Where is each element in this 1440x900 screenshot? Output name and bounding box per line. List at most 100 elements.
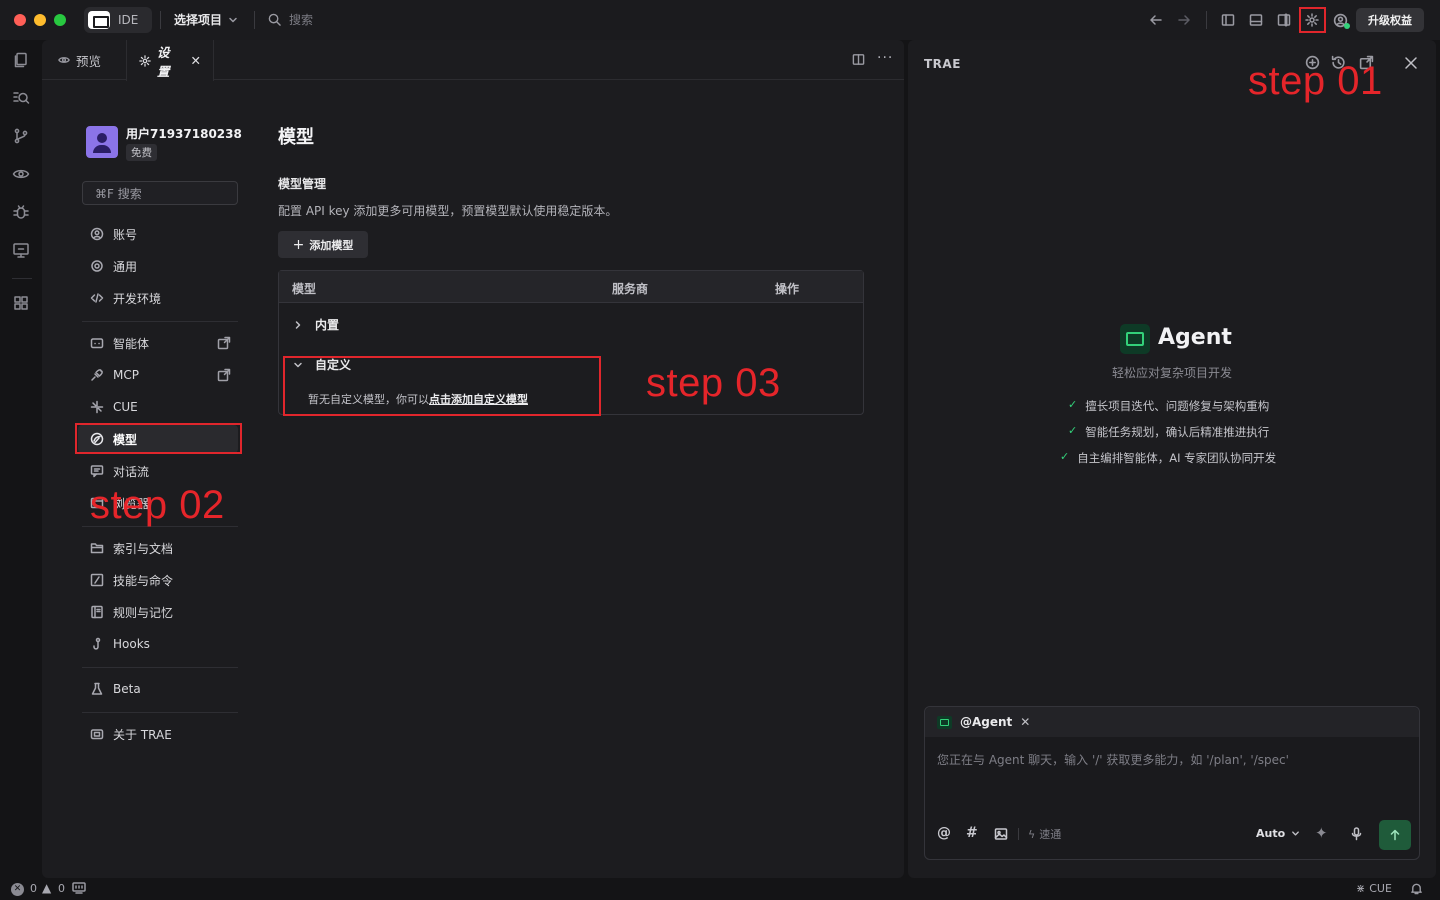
toggle-bottom-panel-icon[interactable] — [1249, 13, 1263, 27]
nav-item-label: 关于 TRAE — [113, 727, 172, 742]
explorer-icon[interactable] — [12, 51, 32, 71]
nav-item-label: 智能体 — [113, 336, 150, 351]
plus-icon: + — [292, 236, 305, 253]
upgrade-button[interactable]: 升级权益 — [1356, 8, 1424, 32]
gear-icon — [90, 259, 104, 273]
hash-icon[interactable]: # — [966, 825, 978, 841]
nav-item-account[interactable]: 账号 — [90, 222, 137, 246]
nav-divider — [82, 667, 238, 668]
status-bar: ✕ 0 ▲ 0 ⋇ CUE — [0, 878, 1440, 900]
nav-divider — [82, 321, 238, 322]
debug-bug-icon[interactable] — [12, 203, 32, 223]
tab-settings-label: 设置 — [157, 44, 170, 79]
toggle-left-panel-icon[interactable] — [1221, 13, 1235, 27]
cue-icon — [90, 400, 104, 414]
settings-search-input[interactable]: ⌘F 搜索 — [82, 181, 238, 205]
project-selector[interactable]: 选择项目 — [174, 11, 238, 28]
more-actions-icon[interactable]: ··· — [877, 50, 893, 66]
search-icon — [268, 13, 281, 26]
step02-annotation: step 02 — [90, 483, 225, 527]
agent-logo-icon — [937, 715, 952, 729]
nav-item-rules-memory[interactable]: 规则与记忆 — [90, 600, 173, 624]
nav-item-about[interactable]: 关于 TRAE — [90, 722, 172, 746]
error-icon[interactable]: ✕ — [11, 883, 24, 896]
warning-icon[interactable]: ▲ — [42, 881, 51, 895]
nav-item-agents[interactable]: 智能体 — [90, 331, 149, 355]
nav-item-cue[interactable]: CUE — [90, 395, 138, 419]
editor-panel: 预览 设置 ✕ ··· 用户71937180238 免费 ⌘F 搜索 账号 通用… — [42, 40, 904, 878]
arrow-up-icon — [1389, 829, 1401, 841]
add-model-button[interactable]: + 添加模型 — [278, 231, 368, 258]
agent-mention-tag[interactable]: @Agent — [960, 715, 1012, 729]
microphone-icon[interactable] — [1350, 827, 1363, 841]
command-search[interactable]: 搜索 — [268, 11, 313, 28]
step03-highlight-box — [283, 356, 601, 416]
step01-highlight-box — [1299, 7, 1326, 33]
info-icon — [90, 727, 104, 741]
plan-badge: 免费 — [126, 144, 157, 161]
online-status-dot — [1344, 23, 1350, 29]
title-bar: IDE 选择项目 搜索 升级权益 — [0, 0, 1440, 40]
feature-text: 自主编排智能体，AI 专家团队协同开发 — [1077, 451, 1277, 465]
forward-arrow-icon[interactable] — [1177, 13, 1191, 27]
notification-bell-icon[interactable] — [1410, 882, 1423, 895]
check-icon: ✓ — [1060, 450, 1070, 463]
tab-settings[interactable]: 设置 ✕ — [126, 40, 214, 81]
toggle-right-panel-icon[interactable] — [1277, 13, 1291, 27]
tools-icon[interactable]: ✕ — [1020, 715, 1030, 729]
close-tab-icon[interactable]: ✕ — [191, 53, 201, 68]
warning-count: 0 — [58, 882, 65, 895]
nav-item-mcp[interactable]: MCP — [90, 363, 139, 387]
tab-preview[interactable]: 预览 — [46, 40, 113, 80]
split-editor-icon[interactable] — [852, 53, 865, 66]
nav-item-general[interactable]: 通用 — [90, 254, 137, 278]
back-arrow-icon[interactable] — [1149, 13, 1163, 27]
nav-item-index-docs[interactable]: 索引与文档 — [90, 536, 173, 560]
step01-annotation: step 01 — [1248, 59, 1383, 103]
model-mode-select[interactable]: Auto — [1256, 827, 1300, 840]
check-icon: ✓ — [1068, 398, 1078, 411]
chat-icon — [90, 464, 104, 478]
feature-item: ✓ 智能任务规划，确认后精准推进执行 — [1068, 424, 1269, 440]
nav-item-skills-commands[interactable]: 技能与命令 — [90, 568, 173, 592]
folder-icon — [90, 541, 104, 555]
search-placeholder: 搜索 — [289, 13, 314, 27]
mention-at-icon[interactable]: @ — [937, 825, 951, 841]
section-description: 配置 API key 添加更多可用模型，预置模型默认使用稳定版本。 — [278, 204, 618, 218]
nav-item-dev-env[interactable]: 开发环境 — [90, 286, 161, 310]
image-icon[interactable] — [994, 827, 1008, 841]
terminal-icon[interactable] — [72, 882, 86, 894]
hook-icon — [90, 637, 104, 651]
speed-mode-toggle[interactable]: ϟ 速通 — [1028, 826, 1061, 842]
tab-bar: 预览 设置 ✕ ··· — [42, 40, 904, 81]
chat-input[interactable]: 您正在与 Agent 聊天，输入 '/' 获取更多能力，如 '/plan', '… — [937, 751, 1289, 768]
send-button[interactable] — [1379, 820, 1411, 850]
eye-icon[interactable] — [12, 165, 32, 185]
composer-header: @Agent ✕ — [925, 707, 1419, 737]
source-control-icon[interactable] — [12, 127, 32, 147]
remote-display-icon[interactable] — [12, 241, 32, 261]
ide-mode-switch[interactable]: IDE — [84, 7, 152, 33]
account-icon — [90, 227, 104, 241]
column-header-actions: 操作 — [775, 282, 800, 296]
external-link-icon[interactable] — [217, 368, 231, 382]
external-link-icon[interactable] — [217, 336, 231, 350]
maximize-window-button[interactable] — [54, 14, 66, 26]
close-window-button[interactable] — [14, 14, 26, 26]
mode-label: Auto — [1256, 827, 1286, 840]
close-panel-icon[interactable] — [1404, 56, 1418, 70]
nav-item-chat-flow[interactable]: 对话流 — [90, 459, 149, 483]
nav-item-label: 技能与命令 — [113, 573, 174, 588]
code-icon — [90, 291, 104, 305]
nav-item-hooks[interactable]: Hooks — [90, 632, 150, 656]
cue-label: CUE — [1369, 882, 1392, 895]
sparkle-icon[interactable]: ✦ — [1315, 824, 1328, 842]
minimize-window-button[interactable] — [34, 14, 46, 26]
extensions-grid-icon[interactable] — [12, 294, 32, 314]
search-icon[interactable] — [12, 89, 32, 109]
plug-icon — [90, 368, 104, 382]
group-row-builtin[interactable]: 内置 — [293, 316, 339, 333]
cue-status[interactable]: ⋇ CUE — [1356, 882, 1392, 895]
nav-item-beta[interactable]: Beta — [90, 677, 141, 701]
eye-icon — [58, 54, 70, 66]
